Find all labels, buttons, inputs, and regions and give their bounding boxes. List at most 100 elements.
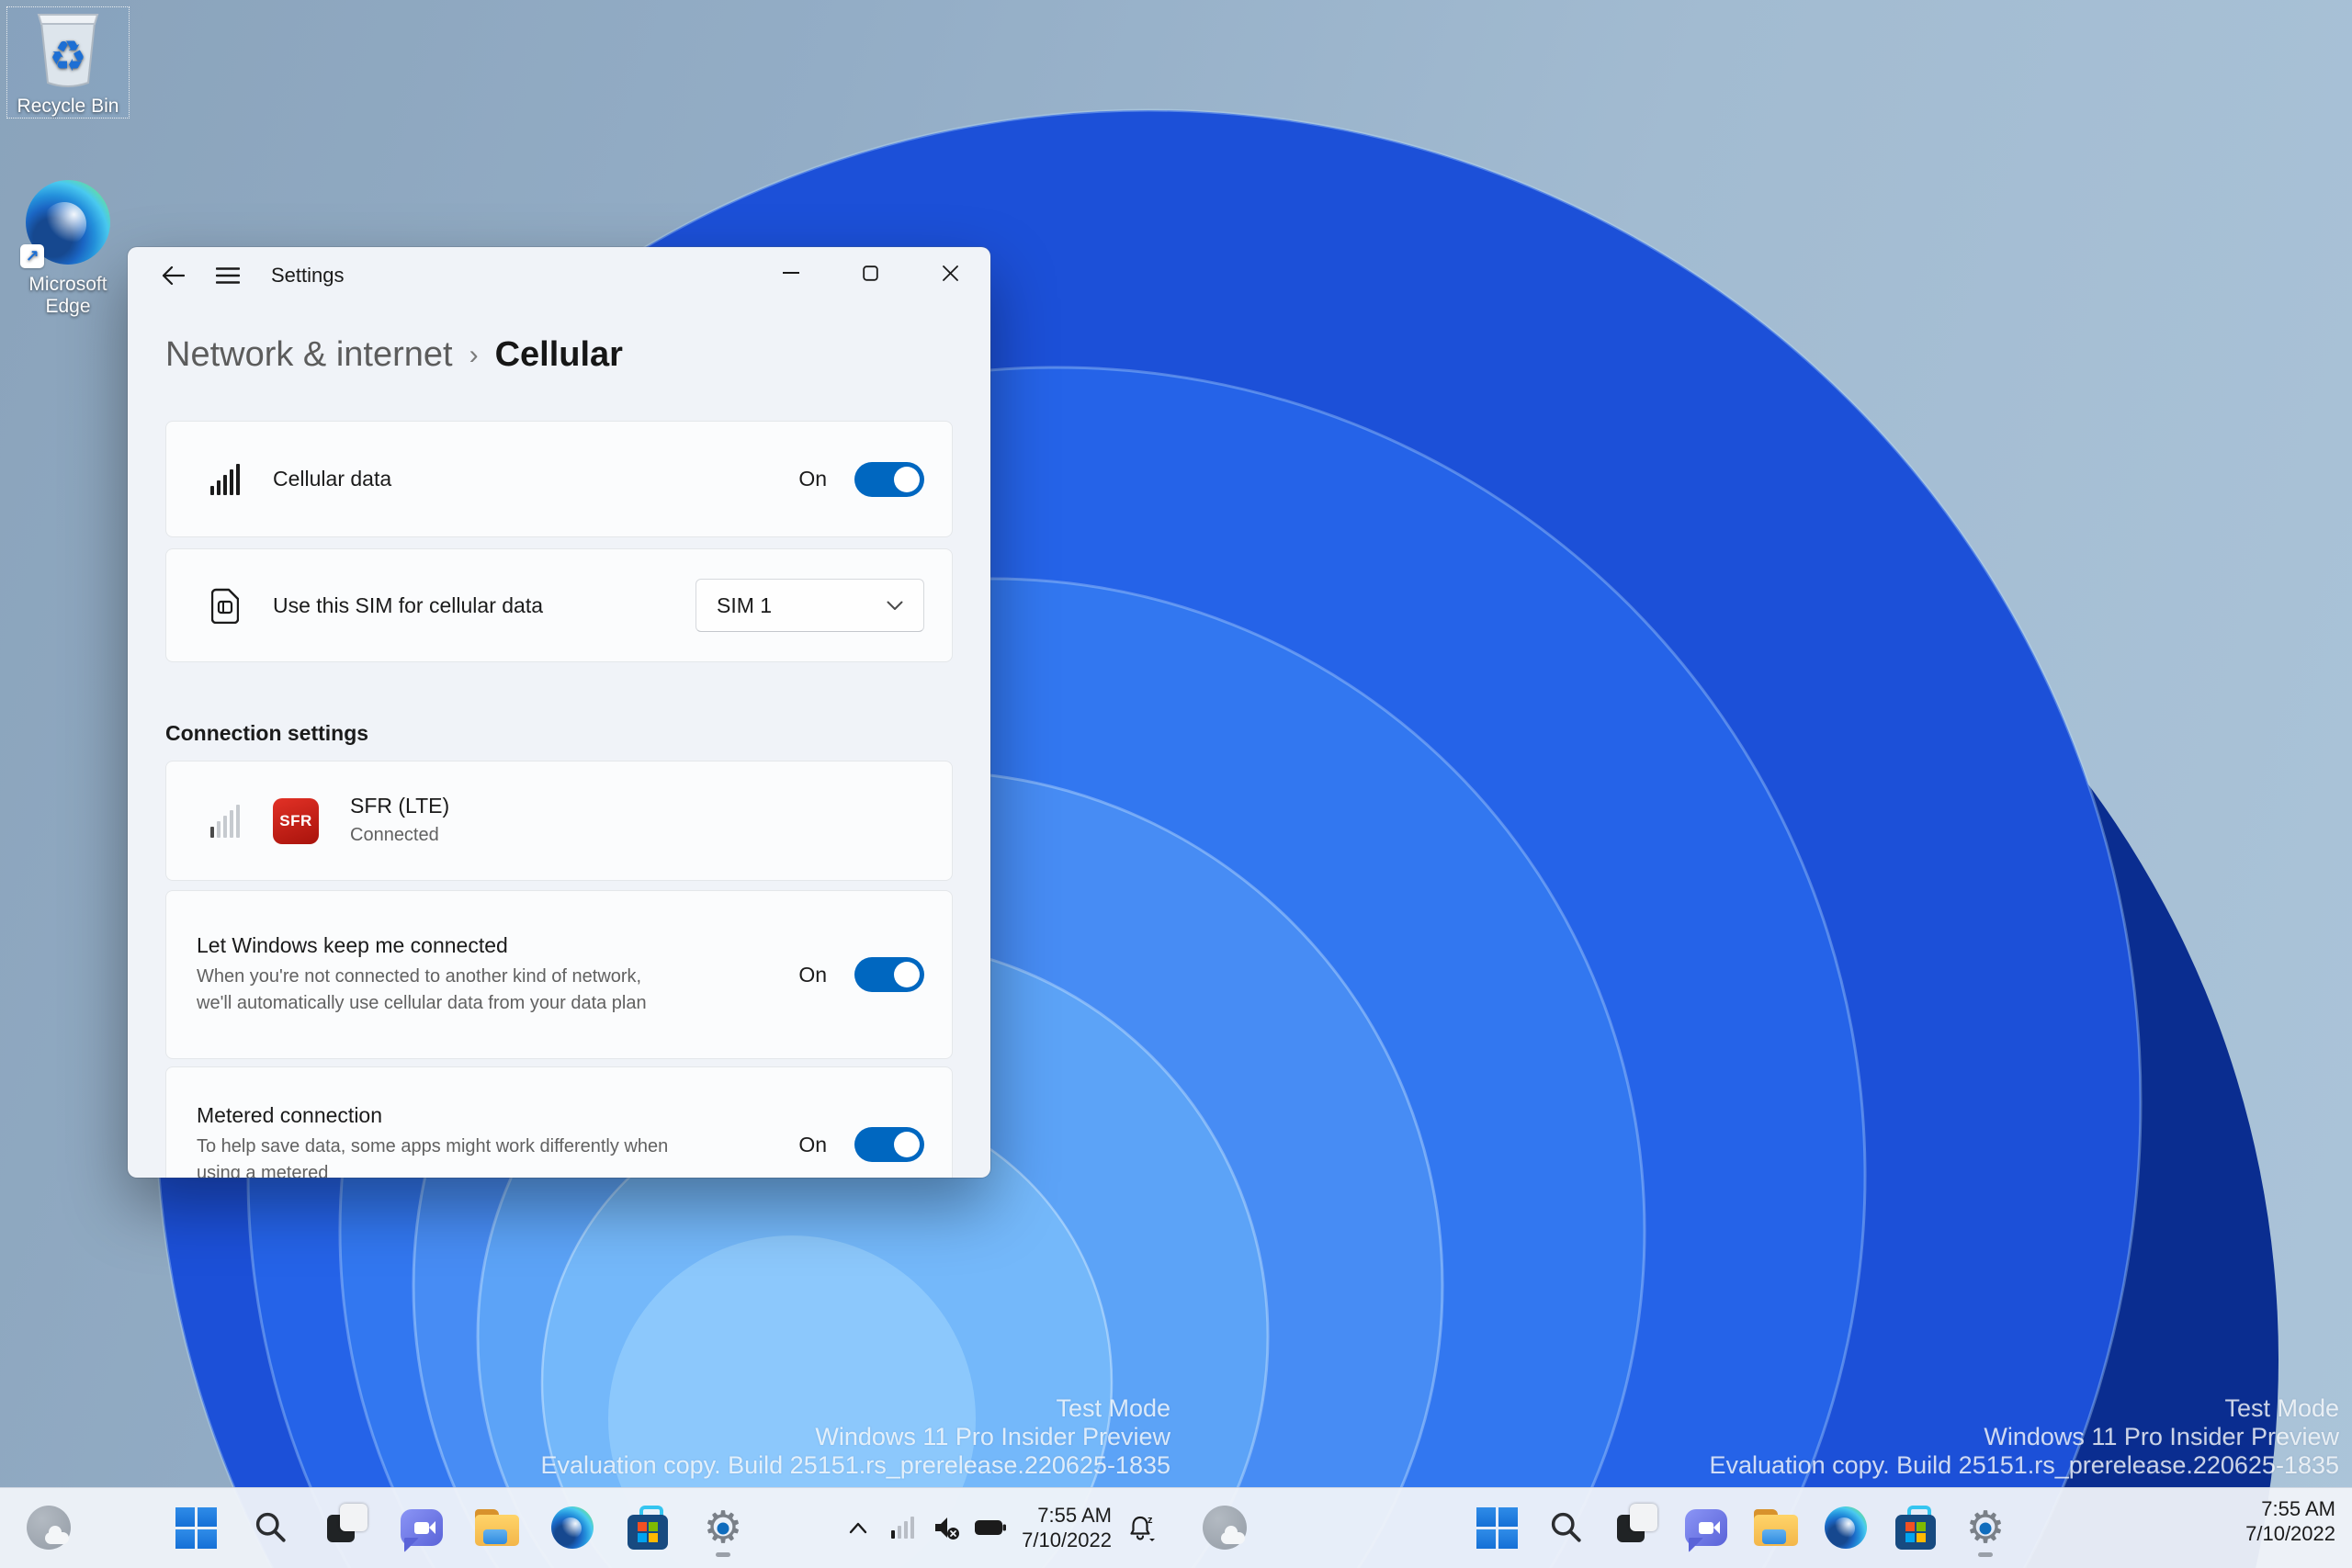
setting-label: Let Windows keep me connected (197, 932, 508, 957)
clock-time: 7:55 AM (2261, 1497, 2335, 1520)
setting-description: To help save data, some apps might work … (197, 1135, 669, 1179)
minimize-icon (782, 272, 799, 274)
desktop-icon-microsoft-edge[interactable]: ↗ Microsoft Edge (7, 180, 129, 318)
running-indicator (716, 1552, 730, 1557)
sim-dropdown[interactable]: SIM 1 (695, 579, 924, 632)
settings-button[interactable]: ⚙ (1957, 1496, 2014, 1559)
windows-logo-icon (175, 1506, 217, 1549)
chevron-up-icon (849, 1522, 867, 1534)
widgets-weather-icon (27, 1506, 71, 1550)
sim-dropdown-value: SIM 1 (717, 592, 773, 617)
sim-select-card: Use this SIM for cellular data SIM 1 (165, 548, 953, 662)
cellular-signal-icon (207, 463, 243, 495)
edge-icon (551, 1506, 594, 1549)
edge-button[interactable] (1817, 1496, 1874, 1559)
desktop: ♻ Recycle Bin ↗ Microsoft Edge Settings (0, 0, 2352, 1568)
hidden-icons-button[interactable] (836, 1496, 880, 1559)
desktop-icon-recycle-bin[interactable]: ♻ Recycle Bin (6, 6, 130, 118)
store-button[interactable] (1887, 1496, 1944, 1559)
edge-button[interactable] (544, 1496, 601, 1559)
taskbar-clock[interactable]: 7:55 AM 7/10/2022 (2236, 1496, 2345, 1546)
edge-icon: ↗ (20, 180, 110, 268)
maximize-button[interactable] (831, 247, 910, 299)
carrier-logo: SFR (273, 797, 319, 844)
system-tray: 7:55 AM 7/10/2022 z (836, 1496, 1165, 1559)
toggle-state-label: On (798, 962, 827, 987)
recycle-bin-icon: ♻ (32, 7, 104, 88)
clock-time: 7:55 AM (1037, 1504, 1112, 1527)
notification-center-button[interactable]: z (1121, 1496, 1165, 1559)
cellular-data-card: Cellular data On (165, 421, 953, 537)
maximize-icon (863, 265, 878, 281)
store-icon (628, 1506, 668, 1550)
hamburger-icon (216, 267, 240, 284)
start-button[interactable] (167, 1496, 224, 1559)
toggle-state-label: On (798, 467, 827, 491)
settings-button[interactable]: ⚙ (695, 1496, 752, 1559)
volume-muted-icon (935, 1517, 960, 1540)
battery-tray-button[interactable] (968, 1496, 1012, 1559)
edge-icon (1825, 1506, 1867, 1549)
chat-button[interactable] (393, 1496, 450, 1559)
file-explorer-button[interactable] (1747, 1496, 1804, 1559)
chat-icon (401, 1509, 443, 1552)
task-view-button[interactable] (318, 1496, 375, 1559)
breadcrumb: Network & internet › Cellular (165, 335, 953, 375)
taskbar-center-icons: ⚙ (167, 1496, 752, 1559)
chevron-down-icon (887, 601, 903, 610)
desktop-icon-label: Recycle Bin (17, 96, 119, 117)
search-icon (255, 1512, 286, 1542)
taskbar-center-icons: ⚙ (1468, 1496, 2014, 1559)
section-header: Connection settings (165, 721, 369, 745)
breadcrumb-separator-icon: › (469, 339, 479, 370)
connection-card[interactable]: SFR SFR (LTE) Connected (165, 761, 953, 881)
desktop-icon-label: Microsoft Edge (28, 274, 107, 317)
connection-signal-icon (207, 804, 243, 838)
close-button[interactable] (910, 247, 990, 299)
windows-logo-icon (1476, 1506, 1518, 1549)
clock-date: 7/10/2022 (1022, 1529, 1112, 1551)
settings-gear-icon: ⚙ (1965, 1506, 2005, 1550)
sim-card-icon (207, 587, 243, 624)
settings-window: Settings Network & internet › Cellular C… (128, 247, 990, 1178)
shortcut-arrow-icon: ↗ (20, 244, 44, 268)
widgets-button[interactable] (20, 1496, 77, 1559)
metered-connection-toggle[interactable] (854, 1127, 924, 1162)
running-indicator (1978, 1552, 1993, 1557)
evaluation-watermark: Test Mode Windows 11 Pro Insider Preview E… (1709, 1394, 2339, 1479)
clock-date: 7/10/2022 (2245, 1522, 2335, 1545)
breadcrumb-parent[interactable]: Network & internet (165, 335, 453, 375)
search-button[interactable] (1538, 1496, 1595, 1559)
setting-label: Metered connection (197, 1102, 383, 1127)
chat-button[interactable] (1678, 1496, 1735, 1559)
taskbar: ⚙ 7:55 AM 7/10/2022 (0, 1487, 2352, 1568)
minimize-button[interactable] (751, 247, 831, 299)
taskbar-clock[interactable]: 7:55 AM 7/10/2022 (1012, 1503, 1121, 1552)
setting-label: Use this SIM for cellular data (273, 592, 544, 617)
keep-connected-card: Let Windows keep me connected When you'r… (165, 890, 953, 1059)
connection-status: Connected (350, 824, 439, 845)
keep-connected-toggle[interactable] (854, 957, 924, 992)
secondary-clock: 7:55 AM 7/10/2022 (2236, 1496, 2345, 1546)
file-explorer-icon (1754, 1509, 1798, 1546)
chat-icon (1685, 1509, 1727, 1552)
evaluation-watermark: Test Mode Windows 11 Pro Insider Preview E… (540, 1394, 1170, 1479)
task-view-button[interactable] (1608, 1496, 1665, 1559)
file-explorer-icon (475, 1509, 519, 1546)
search-button[interactable] (243, 1496, 300, 1559)
navigation-menu-button[interactable] (209, 256, 247, 295)
back-button[interactable] (153, 256, 192, 295)
cellular-tray-button[interactable] (880, 1496, 924, 1559)
cellular-data-toggle[interactable] (854, 461, 924, 497)
recycle-glyph: ♻ (49, 32, 87, 80)
window-title: Settings (271, 264, 345, 287)
setting-label: Cellular data (273, 467, 392, 491)
metered-connection-card: Metered connection To help save data, so… (165, 1066, 953, 1178)
volume-tray-button[interactable] (924, 1496, 968, 1559)
widgets-button[interactable] (1196, 1496, 1253, 1559)
store-button[interactable] (619, 1496, 676, 1559)
cellular-signal-icon (890, 1517, 914, 1539)
start-button[interactable] (1468, 1496, 1525, 1559)
file-explorer-button[interactable] (469, 1496, 526, 1559)
connection-name: SFR (LTE) (350, 793, 450, 818)
